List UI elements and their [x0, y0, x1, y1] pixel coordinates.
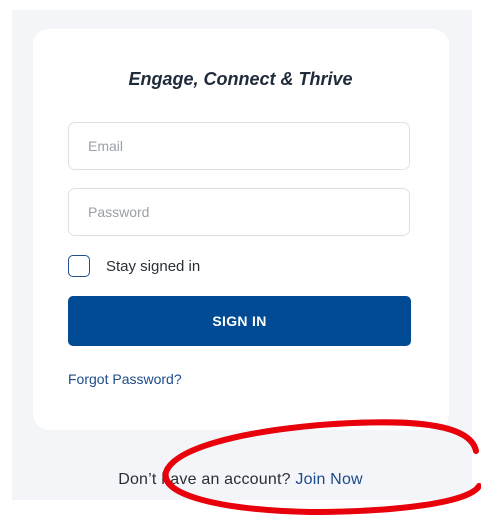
- stay-signed-in-checkbox[interactable]: [68, 255, 90, 277]
- signup-prompt: Don’t have an account? Join Now: [0, 471, 481, 489]
- email-field[interactable]: [68, 122, 410, 170]
- login-title: Engage, Connect & Thrive: [128, 69, 353, 89]
- sign-in-button[interactable]: SIGN IN: [68, 296, 411, 346]
- join-now-link[interactable]: Join Now: [295, 471, 362, 488]
- signup-prompt-text: Don’t have an account?: [118, 471, 291, 488]
- forgot-password-link[interactable]: Forgot Password?: [68, 371, 182, 387]
- stay-signed-in-label[interactable]: Stay signed in: [106, 258, 200, 275]
- password-field[interactable]: [68, 188, 410, 236]
- login-screen: Engage, Connect & Thrive Stay signed in …: [0, 0, 481, 522]
